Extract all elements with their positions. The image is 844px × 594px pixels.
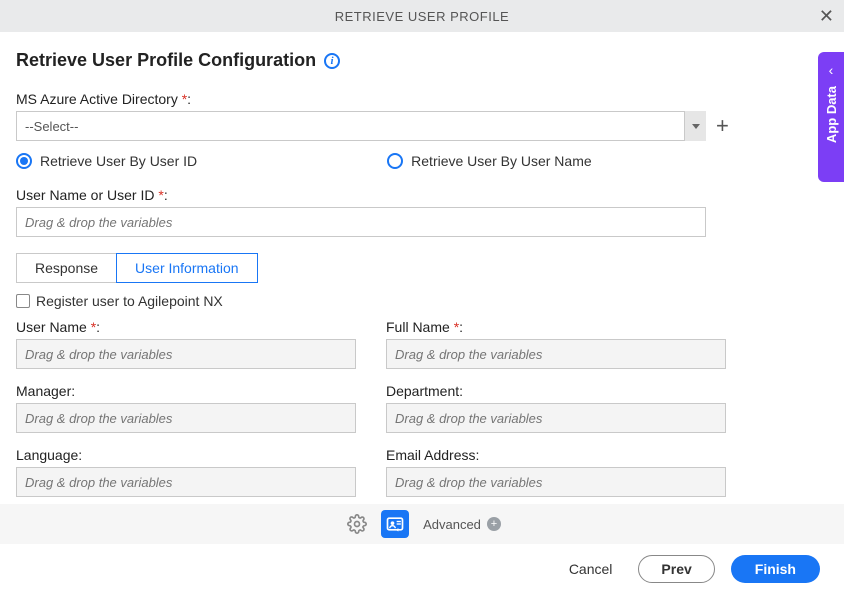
required-asterisk: * (182, 91, 187, 107)
retrieve-mode-radio-group: Retrieve User By User ID Retrieve User B… (16, 153, 828, 169)
profile-card-icon[interactable] (381, 510, 409, 538)
user-id-label: User Name or User ID *: (16, 187, 828, 203)
azure-select[interactable] (16, 111, 706, 141)
radio-retrieve-by-id-label: Retrieve User By User ID (40, 153, 197, 169)
register-checkbox[interactable] (16, 294, 30, 308)
footer: Advanced + Cancel Prev Finish (0, 504, 844, 594)
azure-select-input[interactable] (16, 111, 706, 141)
required-asterisk: * (91, 319, 96, 335)
user-name-input[interactable] (16, 339, 356, 369)
radio-icon-unselected (387, 153, 403, 169)
footer-actions: Cancel Prev Finish (0, 544, 844, 594)
info-icon[interactable]: i (324, 53, 340, 69)
azure-select-row: + (16, 111, 828, 141)
user-name-label-text: User Name (16, 319, 91, 335)
required-asterisk: * (158, 187, 163, 203)
plus-circle-icon: + (487, 517, 501, 531)
app-data-label: App Data (824, 86, 839, 143)
footer-toolbar: Advanced + (0, 504, 844, 544)
language-label: Language: (16, 447, 356, 463)
page-title: Retrieve User Profile Configuration (16, 50, 316, 71)
chevron-down-icon[interactable] (684, 111, 706, 141)
user-info-grid: User Name *: Manager: Language: Full Nam… (16, 319, 828, 507)
user-id-label-text: User Name or User ID (16, 187, 158, 203)
add-button[interactable]: + (716, 115, 729, 137)
manager-input[interactable] (16, 403, 356, 433)
tab-user-information[interactable]: User Information (116, 253, 257, 283)
department-input[interactable] (386, 403, 726, 433)
finish-button[interactable]: Finish (731, 555, 820, 583)
register-checkbox-label: Register user to Agilepoint NX (36, 293, 223, 309)
prev-button[interactable]: Prev (638, 555, 714, 583)
full-name-input[interactable] (386, 339, 726, 369)
user-info-col-right: Full Name *: Department: Email Address: (386, 319, 726, 507)
radio-icon-selected (16, 153, 32, 169)
manager-label: Manager: (16, 383, 356, 399)
azure-directory-label-text: MS Azure Active Directory (16, 91, 182, 107)
chevron-left-icon: ‹ (829, 62, 834, 78)
required-asterisk: * (454, 319, 459, 335)
user-id-input[interactable] (16, 207, 706, 237)
full-name-label-text: Full Name (386, 319, 454, 335)
titlebar-title: RETRIEVE USER PROFILE (335, 9, 509, 24)
register-checkbox-row: Register user to Agilepoint NX (16, 293, 828, 309)
radio-retrieve-by-name-label: Retrieve User By User Name (411, 153, 592, 169)
tab-response[interactable]: Response (16, 253, 117, 283)
close-icon[interactable]: ✕ (819, 6, 834, 27)
advanced-toggle[interactable]: Advanced + (423, 517, 501, 532)
cancel-button[interactable]: Cancel (559, 555, 623, 583)
radio-retrieve-by-name[interactable]: Retrieve User By User Name (387, 153, 592, 169)
page-title-row: Retrieve User Profile Configuration i (16, 50, 828, 71)
gear-icon[interactable] (343, 510, 371, 538)
department-label: Department: (386, 383, 726, 399)
language-input[interactable] (16, 467, 356, 497)
tabs: Response User Information (16, 253, 828, 283)
app-data-side-tab[interactable]: ‹ App Data (818, 52, 844, 182)
email-label: Email Address: (386, 447, 726, 463)
content-area: Retrieve User Profile Configuration i MS… (0, 32, 844, 507)
advanced-label-text: Advanced (423, 517, 481, 532)
titlebar: RETRIEVE USER PROFILE ✕ (0, 0, 844, 32)
radio-retrieve-by-id[interactable]: Retrieve User By User ID (16, 153, 197, 169)
full-name-label: Full Name *: (386, 319, 726, 335)
dialog-window: RETRIEVE USER PROFILE ✕ Retrieve User Pr… (0, 0, 844, 594)
azure-directory-label: MS Azure Active Directory *: (16, 91, 828, 107)
user-info-col-left: User Name *: Manager: Language: (16, 319, 356, 507)
user-name-label: User Name *: (16, 319, 356, 335)
email-input[interactable] (386, 467, 726, 497)
